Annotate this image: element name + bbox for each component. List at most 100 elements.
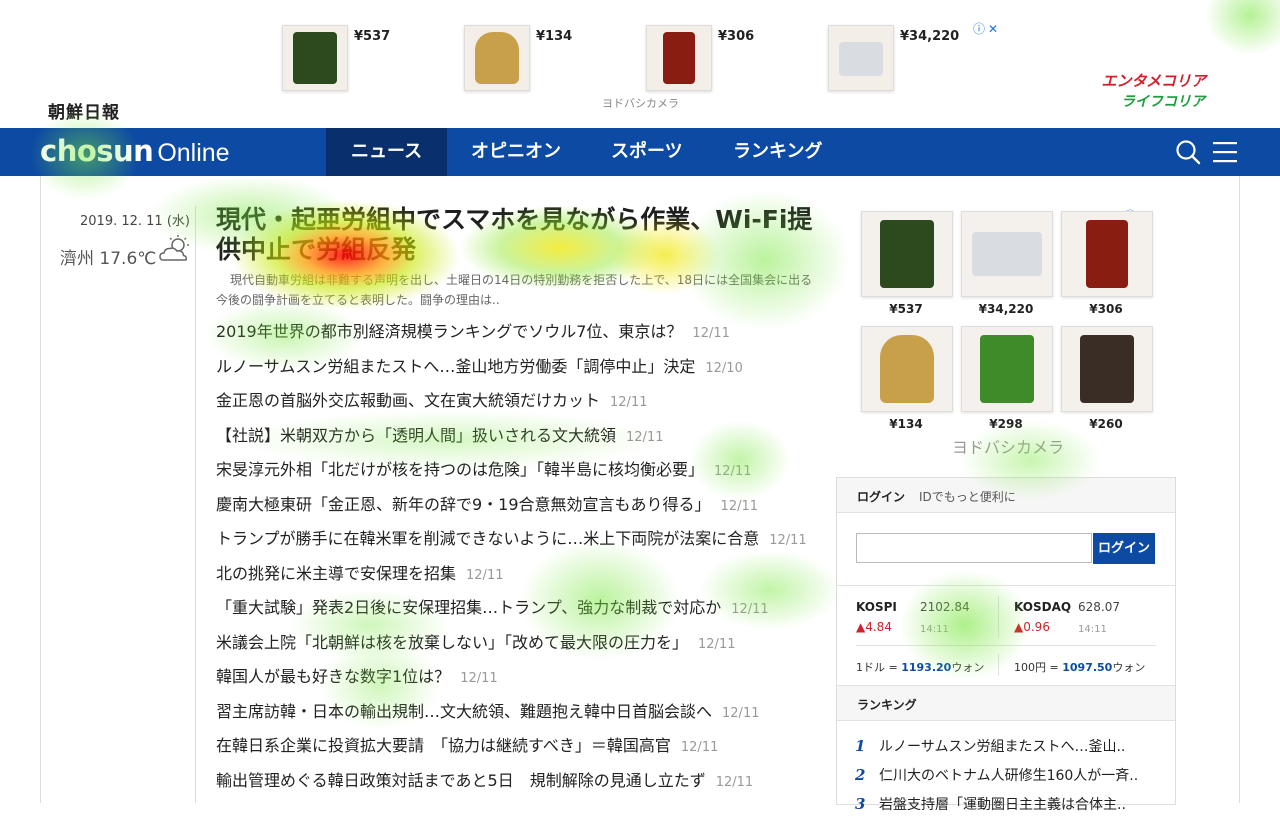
news-item[interactable]: 輸出管理めぐる韓日政策対話まであと5日 規制解除の見通し立たず 12/11 — [216, 769, 807, 804]
kosdaq-change: ▲0.96 — [1014, 620, 1050, 634]
news-date: 12/11 — [466, 567, 504, 583]
side-product-price: ¥537 — [889, 302, 923, 316]
menu-icon[interactable] — [1213, 141, 1237, 167]
product-price: ¥34,220 — [900, 29, 960, 44]
entame-korea-link[interactable]: エンタメコリア — [1101, 70, 1206, 91]
news-title[interactable]: 宋旻淳元外相「北だけが核を持つのは危険」「韓半島に核均衡必要」 — [216, 460, 704, 479]
news-item[interactable]: 金正恩の首脳外交広報動画、文在寅大統領だけカット 12/11 — [216, 389, 807, 424]
ad-source-label[interactable]: ヨドバシカメラ — [602, 95, 679, 111]
top-headline[interactable]: 現代・起亜労組中でスマホを見ながら作業、Wi-Fi提供中止で労組反発 — [216, 205, 826, 265]
nav-sports[interactable]: スポーツ — [586, 128, 708, 176]
side-product-price: ¥134 — [889, 417, 923, 431]
fx-usd: 1ドル = 1193.20ウォン — [856, 661, 985, 674]
side-ad-source[interactable]: ヨドバシカメラ — [952, 434, 1064, 458]
news-item[interactable]: 北の挑発に米主導で安保理を招集 12/11 — [216, 562, 807, 597]
news-title[interactable]: 在韓日系企業に投資拡大要請 「協力は継続すべき」＝韓国高官 — [216, 736, 671, 755]
kosdaq-time: 14:11 — [1078, 624, 1107, 635]
news-item[interactable]: トランプが勝手に在韓米軍を削減できないように…米上下両院が法案に合意 12/11 — [216, 527, 807, 562]
news-title[interactable]: 金正恩の首脳外交広報動画、文在寅大統領だけカット — [216, 391, 600, 410]
news-title[interactable]: 2019年世界の都市別経済規模ランキングでソウル7位、東京は？ — [216, 322, 682, 341]
news-item[interactable]: 慶南大極東研「金正恩、新年の辞で9・19合意無効宣言もあり得る」 12/11 — [216, 493, 807, 528]
news-title[interactable]: 【社説】米朝双方から「透明人間」扱いされる文大統領 — [216, 426, 616, 445]
site-logo[interactable]: chosun Online — [40, 134, 230, 168]
login-button[interactable]: ログイン — [1093, 533, 1155, 564]
news-item[interactable]: 韓国人が最も好きな数字1位は？ 12/11 — [216, 665, 807, 700]
info-icon[interactable]: ⓘ — [973, 22, 985, 36]
nav-news[interactable]: ニュース — [326, 128, 448, 176]
news-date: 12/11 — [626, 429, 664, 445]
product-price: ¥134 — [536, 29, 573, 44]
rank-number: 1 — [855, 737, 866, 755]
news-item[interactable]: 2019年世界の都市別経済規模ランキングでソウル7位、東京は？ 12/11 — [216, 320, 807, 355]
kosdaq-name[interactable]: KOSDAQ — [1014, 600, 1071, 614]
side-product-image[interactable] — [1061, 211, 1153, 297]
product-image[interactable] — [464, 25, 530, 91]
news-item[interactable]: ルノーサムスン労組またストへ…釜山地方労働委「調停中止」決定 12/10 — [216, 355, 807, 390]
side-product-image[interactable] — [961, 326, 1053, 412]
fx-jpy: 100円 = 1097.50ウォン — [1014, 661, 1146, 674]
headline-summary[interactable]: 現代自動車労組は非難する声明を出し、土曜日の14日の特別勤務を拒否した上で、18… — [216, 270, 816, 310]
nav-opinion[interactable]: オピニオン — [446, 128, 586, 176]
kospi-name[interactable]: KOSPI — [856, 600, 897, 614]
top-ad-item[interactable]: ¥537 — [282, 25, 452, 91]
news-item[interactable]: 【社説】米朝双方から「透明人間」扱いされる文大統領 12/11 — [216, 424, 807, 459]
product-image[interactable] — [828, 25, 894, 91]
ranking-item[interactable]: 3 岩盤支持層「運動圏日主主義は合体主.. — [855, 794, 1138, 823]
kospi-change: ▲4.84 — [856, 620, 892, 634]
news-title[interactable]: 韓国人が最も好きな数字1位は？ — [216, 667, 450, 686]
news-item[interactable]: 米議会上院「北朝鮮は核を放棄しない」「改めて最大限の圧力を」 12/11 — [216, 631, 807, 666]
side-product-image[interactable] — [861, 211, 953, 297]
news-date: 12/11 — [610, 395, 648, 410]
nav-ranking[interactable]: ランキング — [708, 128, 847, 176]
life-korea-link[interactable]: ライフコリア — [1121, 91, 1205, 111]
news-item[interactable]: 宋旻淳元外相「北だけが核を持つのは危険」「韓半島に核均衡必要」 12/11 — [216, 458, 807, 493]
news-title[interactable]: 「重大試験」発表2日後に安保理招集…トランプ、強力な制裁で対応か — [216, 598, 721, 617]
ranking-title-text[interactable]: ルノーサムスン労組またストへ…釜山.. — [879, 739, 1125, 755]
search-icon[interactable] — [1175, 139, 1201, 169]
login-title: ログイン — [857, 490, 906, 504]
divider — [856, 645, 1156, 646]
close-icon[interactable]: ✕ — [988, 22, 998, 36]
side-product-price: ¥260 — [1089, 417, 1123, 431]
top-ad-banner[interactable]: ¥537 ¥134 ¥306 ¥34,220 ヨドバシカメラ ⓘ ✕ 朝鮮日報 エ… — [0, 0, 1280, 128]
side-product-image[interactable] — [861, 326, 953, 412]
news-date: 12/11 — [715, 774, 754, 790]
news-title[interactable]: 慶南大極東研「金正恩、新年の辞で9・19合意無効宣言もあり得る」 — [216, 495, 711, 514]
news-date: 12/10 — [705, 360, 743, 376]
news-date: 12/11 — [731, 602, 769, 617]
kospi-value: 2102.84 — [920, 600, 970, 614]
side-product-price: ¥34,220 — [978, 302, 1034, 316]
side-product-image[interactable] — [1061, 326, 1153, 412]
rank-number: 3 — [855, 795, 866, 813]
news-title[interactable]: 北の挑発に米主導で安保理を招集 — [216, 564, 456, 583]
news-item[interactable]: 習主席訪韓・日本の輸出規制…文大統領、難題抱え韓中日首脳会談へ 12/11 — [216, 700, 807, 735]
ranking-title-text[interactable]: 岩盤支持層「運動圏日主主義は合体主.. — [879, 797, 1126, 813]
site-logo-japanese[interactable]: 朝鮮日報 — [48, 98, 120, 123]
news-title[interactable]: ルノーサムスン労組またストへ…釜山地方労働委「調停中止」決定 — [216, 357, 695, 376]
news-title[interactable]: 習主席訪韓・日本の輸出規制…文大統領、難題抱え韓中日首脳会談へ — [216, 702, 712, 721]
ranking-title-text[interactable]: 仁川大のベトナム人研修生160人が一斉.. — [879, 768, 1138, 784]
ranking-item[interactable]: 2 仁川大のベトナム人研修生160人が一斉.. — [855, 765, 1138, 794]
login-input[interactable] — [856, 533, 1092, 563]
main-navigation: chosun Online ニュース オピニオン スポーツ ランキング — [0, 128, 1280, 176]
divider — [837, 585, 1175, 586]
login-subtitle: IDでもっと便利に — [919, 490, 1016, 504]
side-product-image[interactable] — [961, 211, 1053, 297]
news-item[interactable]: 「重大試験」発表2日後に安保理招集…トランプ、強力な制裁で対応か 12/11 — [216, 596, 807, 631]
news-title[interactable]: 輸出管理めぐる韓日政策対話まであと5日 規制解除の見通し立たず — [216, 771, 706, 790]
ranking-item[interactable]: 1 ルノーサムスン労組またストへ…釜山.. — [855, 736, 1138, 765]
product-image[interactable] — [646, 25, 712, 91]
news-title[interactable]: トランプが勝手に在韓米軍を削減できないように…米上下両院が法案に合意 — [216, 529, 759, 548]
news-date: 12/11 — [680, 740, 719, 755]
news-item[interactable]: 在韓日系企業に投資拡大要請 「協力は継続すべき」＝韓国高官 12/11 — [216, 734, 807, 769]
top-ad-item[interactable]: ¥306 — [646, 25, 816, 91]
news-date: 12/11 — [698, 636, 736, 652]
side-product-price: ¥306 — [1089, 302, 1123, 316]
news-title[interactable]: 米議会上院「北朝鮮は核を放棄しない」「改めて最大限の圧力を」 — [216, 633, 688, 652]
top-ad-item[interactable]: ¥134 — [464, 25, 634, 91]
product-image[interactable] — [282, 25, 348, 91]
column-divider — [195, 206, 196, 803]
product-price: ¥306 — [718, 29, 755, 44]
ranking-header: ランキング — [837, 685, 1175, 721]
ad-choices[interactable]: ⓘ ✕ — [973, 20, 998, 37]
